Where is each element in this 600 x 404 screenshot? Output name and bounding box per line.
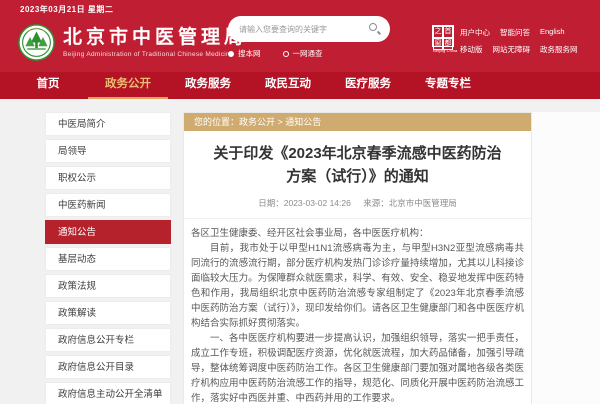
search-icon — [369, 23, 377, 31]
search-scope-options: 搜本网 一网通查 — [228, 48, 390, 59]
site-title-english: Beijing Administration of Traditional Ch… — [63, 51, 247, 58]
search-button[interactable] — [368, 22, 382, 36]
link-user-center[interactable]: 用户中心 — [460, 27, 490, 38]
link-accessibility[interactable]: 网站无障碍 — [493, 44, 531, 55]
article-body: 各区卫生健康委、经开区社会事业局，各中医医疗机构： 目前，我市处于以甲型H1N1… — [184, 219, 531, 404]
sidebar-item-tcm-news[interactable]: 中医药新闻 — [45, 193, 171, 217]
link-english[interactable]: English — [540, 27, 565, 38]
sidebar-item-policy-interpretation[interactable]: 政策解读 — [45, 301, 171, 325]
sidebar-item-gov-info-full-list[interactable]: 政府信息主动公开全清单 — [45, 382, 171, 404]
tcm-bureau-logo-icon — [18, 24, 55, 61]
header-quick-links: 用户中心 智能问答 English 移动版 网站无障碍 政务服务网 — [460, 27, 588, 61]
sidebar-item-leadership[interactable]: 局领导 — [45, 139, 171, 163]
link-smart-qa[interactable]: 智能问答 — [500, 27, 530, 38]
breadcrumb[interactable]: 您的位置：政务公开 > 通知公告 — [184, 113, 531, 131]
article-panel: 您的位置：政务公开 > 通知公告 关于印发《2023年北京春季流感中医药防治方案… — [183, 112, 532, 404]
radio-unselected-icon — [283, 51, 289, 57]
content-area: 中医局简介 局领导 职权公示 中医药新闻 通知公告 基层动态 政策法规 政策解读… — [0, 99, 600, 404]
nav-item-gov-affairs-disclosure[interactable]: 政务公开 — [88, 72, 168, 99]
article-paragraph: 目前，我市处于以甲型H1N1流感病毒为主，与甲型H3N2亚型流感病毒共同流行的流… — [191, 241, 524, 331]
nav-item-public-interaction[interactable]: 政民互动 — [248, 72, 328, 99]
article-date: 日期：2023-03-02 14:26 — [258, 198, 351, 208]
search-box[interactable] — [228, 16, 390, 42]
site-title: 北京市中医管理局 — [63, 27, 247, 49]
article-paragraph: 一、各中医医疗机构要进一步提高认识，加强组织领导，落实一把手责任，成立工作专班，… — [191, 331, 524, 404]
sidebar-item-gov-info-column[interactable]: 政府信息公开专栏 — [45, 328, 171, 352]
capital-window-seal-icon: 之 首 窗 都 — [432, 25, 454, 47]
nav-item-gov-services[interactable]: 政务服务 — [168, 72, 248, 99]
link-gov-service-net[interactable]: 政务服务网 — [540, 44, 578, 55]
sidebar: 中医局简介 局领导 职权公示 中医药新闻 通知公告 基层动态 政策法规 政策解读… — [0, 112, 183, 404]
article-source: 来源：北京市中医管理局 — [363, 198, 457, 208]
sidebar-item-authority-disclosure[interactable]: 职权公示 — [45, 166, 171, 190]
search-area: 搜本网 一网通查 — [228, 16, 390, 59]
article-paragraph: 各区卫生健康委、经开区社会事业局，各中医医疗机构： — [191, 226, 524, 241]
scope-label: 一网通查 — [293, 48, 323, 59]
nav-item-medical-services[interactable]: 医疗服务 — [328, 72, 408, 99]
beijing-portal-logo[interactable]: 之 首 窗 都 Beijing·China — [432, 25, 455, 53]
right-gutter — [532, 112, 600, 404]
sidebar-item-gov-info-catalog[interactable]: 政府信息公开目录 — [45, 355, 171, 379]
search-input[interactable] — [239, 25, 368, 34]
sidebar-item-notices[interactable]: 通知公告 — [45, 220, 171, 244]
scope-label: 搜本网 — [238, 48, 261, 59]
sidebar-item-bureau-intro[interactable]: 中医局简介 — [45, 112, 171, 136]
portal-caption: Beijing·China — [433, 48, 454, 53]
nav-item-home[interactable]: 首页 — [8, 72, 88, 99]
main-nav: 首页 政务公开 政务服务 政民互动 医疗服务 专题专栏 — [0, 72, 600, 99]
scope-option-one-net[interactable]: 一网通查 — [283, 48, 323, 59]
site-brand[interactable]: 北京市中医管理局 Beijing Administration of Tradi… — [18, 24, 247, 61]
sidebar-item-policies-regulations[interactable]: 政策法规 — [45, 274, 171, 298]
scope-option-this-site[interactable]: 搜本网 — [228, 48, 261, 59]
article-meta: 日期：2023-03-02 14:26 来源：北京市中医管理局 — [184, 197, 531, 219]
sidebar-item-grassroots-updates[interactable]: 基层动态 — [45, 247, 171, 271]
brand-text: 北京市中医管理局 Beijing Administration of Tradi… — [63, 27, 247, 58]
article-title: 关于印发《2023年北京春季流感中医药防治方案（试行）》的通知 — [212, 142, 503, 188]
radio-selected-icon — [228, 51, 234, 57]
site-header: 2023年03月21日 星期二 北京市中医管理局 Beijing Adminis… — [0, 0, 600, 72]
current-date: 2023年03月21日 星期二 — [20, 4, 113, 15]
link-mobile-version[interactable]: 移动版 — [460, 44, 483, 55]
nav-item-special-topics[interactable]: 专题专栏 — [408, 72, 488, 99]
